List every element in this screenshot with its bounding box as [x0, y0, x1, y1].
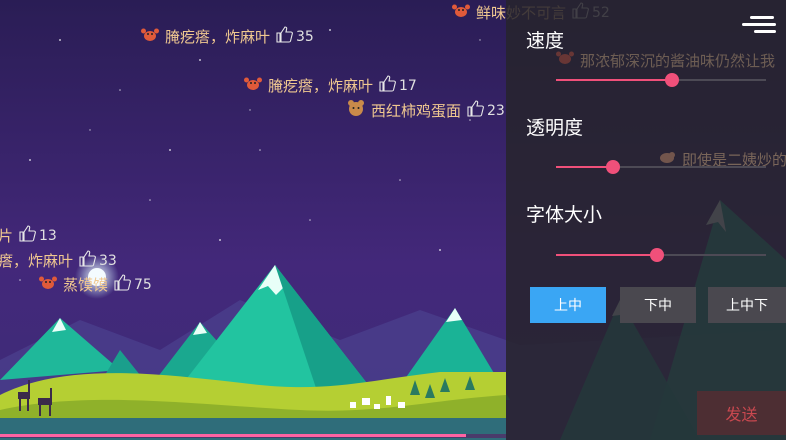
thumbs-up-icon[interactable] — [79, 250, 96, 272]
video-progress-bar[interactable] — [0, 434, 506, 438]
speed-slider[interactable] — [556, 72, 766, 88]
slider-thumb[interactable] — [664, 73, 679, 87]
slider-fill — [556, 79, 672, 81]
speed-label: 速度 — [526, 30, 565, 52]
crab-icon — [141, 27, 159, 48]
slider-thumb[interactable] — [605, 160, 620, 174]
like-count: 35 — [296, 29, 314, 45]
font-size-slider[interactable] — [556, 247, 766, 263]
like-count: 13 — [39, 228, 57, 244]
thumbs-up-icon[interactable] — [467, 99, 484, 122]
danmaku-text: 腌疙瘩，炸麻叶 — [268, 77, 374, 95]
danmaku-item[interactable]: 蒸馍馍 75 — [39, 274, 152, 296]
thumbs-up-icon[interactable] — [114, 274, 131, 296]
thumbs-up-icon[interactable] — [379, 75, 396, 97]
danmaku-settings-panel: 那浓郁深沉的酱油味仍然让我 即使是二姨炒的 速度 透明度 字体大小 上中 下中 … — [506, 0, 786, 440]
position-bottom-center-button[interactable]: 下中 — [620, 287, 696, 323]
send-button[interactable]: 发送 — [697, 391, 786, 435]
slider-fill — [556, 254, 657, 256]
danmaku-text: 蒸馍馍 — [63, 276, 109, 294]
like-count: 17 — [399, 78, 417, 94]
danmaku-item[interactable]: 片 13 — [0, 225, 57, 247]
thumbs-up-icon[interactable] — [19, 225, 36, 247]
font-size-label: 字体大小 — [526, 204, 603, 226]
position-all-button[interactable]: 上中下 — [708, 287, 786, 323]
danmaku-text: 片 — [0, 227, 14, 245]
danmaku-item[interactable]: 腌疙瘩，炸麻叶 35 — [141, 26, 314, 48]
like-count: 75 — [134, 277, 152, 293]
danmaku-text: 西红柿鸡蛋面 — [371, 101, 462, 120]
crab-icon — [452, 3, 470, 24]
danmaku-item[interactable]: 瘩，炸麻叶 33 — [0, 250, 117, 272]
crab-icon — [244, 76, 262, 97]
danmaku-item[interactable]: 那浓郁深沉的酱油味仍然让我 — [556, 50, 775, 71]
danmaku-text: 那浓郁深沉的酱油味仍然让我 — [580, 51, 776, 70]
opacity-label: 透明度 — [526, 117, 584, 139]
danmaku-item[interactable]: 腌疙瘩，炸麻叶 17 — [244, 75, 417, 97]
danmaku-item[interactable]: 西红柿鸡蛋面 23 — [347, 99, 505, 122]
danmaku-text: 瘩，炸麻叶 — [0, 252, 74, 270]
like-count: 23 — [487, 102, 505, 119]
like-count: 33 — [99, 253, 117, 269]
crab-icon — [556, 50, 574, 71]
menu-icon[interactable] — [742, 14, 778, 36]
position-top-center-button[interactable]: 上中 — [530, 287, 606, 323]
danmaku-text: 腌疙瘩，炸麻叶 — [165, 28, 271, 46]
bear-icon — [347, 99, 365, 122]
slider-thumb[interactable] — [649, 248, 664, 262]
crab-icon — [39, 275, 57, 296]
progress-fill — [0, 434, 466, 437]
slider-fill — [556, 166, 613, 168]
thumbs-up-icon[interactable] — [276, 26, 293, 48]
opacity-slider[interactable] — [556, 159, 766, 175]
